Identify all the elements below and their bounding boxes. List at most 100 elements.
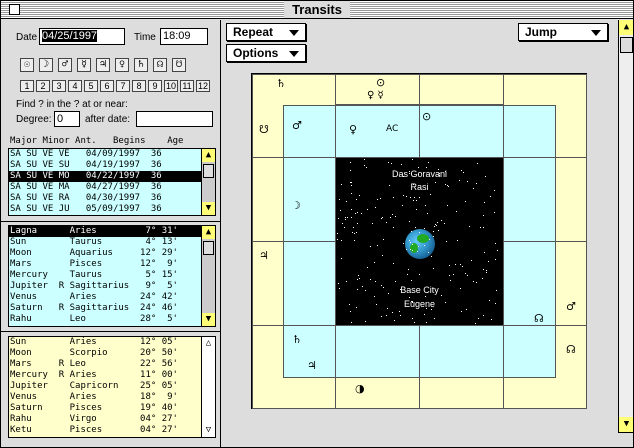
planet-filter-button[interactable]: ☿ <box>77 58 91 72</box>
star <box>445 184 446 185</box>
periods-list[interactable]: SA SU VE VE 04/09/1997 36 SA SU VE SU 04/… <box>8 148 216 216</box>
planet-filter-button[interactable]: ☋ <box>172 58 186 72</box>
star <box>381 316 382 317</box>
house-filter-button[interactable]: 8 <box>132 80 146 92</box>
star <box>435 182 436 183</box>
house-filter-button[interactable]: 12 <box>196 80 210 92</box>
planet-filter-button[interactable]: ♀ <box>115 58 129 72</box>
scroll-up-arrow[interactable]: ▲ <box>202 149 215 162</box>
list-item[interactable]: Venus Aries 24° 42' <box>9 292 203 303</box>
house-cell[interactable] <box>419 325 504 378</box>
star <box>490 196 491 197</box>
scroll-down-arrow[interactable]: ▽ <box>202 424 215 437</box>
house-cell[interactable] <box>419 74 504 105</box>
house-cell[interactable] <box>335 105 420 158</box>
options-dropdown[interactable]: Options <box>226 44 306 62</box>
house-cell[interactable] <box>419 105 504 158</box>
chevron-down-icon <box>289 51 299 57</box>
list-item[interactable]: Mercury R Aries 11° 00' <box>9 370 203 381</box>
house-filter-button[interactable]: 10 <box>164 80 178 92</box>
house-filter-button[interactable]: 6 <box>100 80 114 92</box>
planet-filter-button[interactable]: ☽ <box>39 58 53 72</box>
scroll-up-arrow[interactable]: ▲ <box>202 226 215 239</box>
after-date-field[interactable] <box>136 111 213 127</box>
list-item[interactable]: SA SU VE RA 04/30/1997 36 <box>9 193 203 204</box>
house-cell[interactable] <box>503 157 556 242</box>
list-item[interactable]: Sun Aries 12° 05' <box>9 337 203 348</box>
resize-grip[interactable] <box>618 432 633 447</box>
rasi-chart[interactable]: Das Goravani Rasi Base City Eugene ♄ ⊙ ♀… <box>251 73 587 409</box>
list-item[interactable]: SA SU VE VE 04/09/1997 36 <box>9 149 203 160</box>
natal-scrollbar[interactable]: ▲ ▼ <box>201 226 215 326</box>
list-item[interactable]: Jupiter R Sagittarius 9° 5' <box>9 281 203 292</box>
jump-dropdown[interactable]: Jump <box>518 23 608 41</box>
house-cell[interactable] <box>335 377 420 409</box>
star <box>401 164 402 165</box>
star <box>426 322 427 323</box>
scroll-thumb[interactable] <box>620 37 633 53</box>
star <box>381 285 382 286</box>
degree-field[interactable]: 0 <box>54 111 80 127</box>
house-filter-button[interactable]: 11 <box>180 80 194 92</box>
list-item[interactable]: Saturn R Sagittarius 24° 46' <box>9 303 203 314</box>
list-item[interactable]: SA SU VE MO 04/22/1997 36 <box>9 171 203 182</box>
natal-planets-list[interactable]: Lagna Aries 7° 31' Sun Taurus 4° 13' Moon … <box>8 225 216 327</box>
list-item[interactable]: Sun Taurus 4° 13' <box>9 237 203 248</box>
transit-scrollbar[interactable]: △ ▽ <box>201 337 215 437</box>
star <box>393 227 394 228</box>
planet-filter-button[interactable]: ♄ <box>134 58 148 72</box>
scroll-thumb[interactable] <box>203 241 214 255</box>
right-scrollbar[interactable]: ▲ ▼ <box>618 20 633 447</box>
list-item[interactable]: Moon Scorpio 20° 50' <box>9 348 203 359</box>
list-item[interactable]: Mars Pisces 12° 9' <box>9 259 203 270</box>
list-item[interactable]: SA SU VE JU 05/09/1997 36 <box>9 204 203 215</box>
list-item[interactable]: Jupiter Capricorn 25° 05' <box>9 381 203 392</box>
title-bar[interactable]: Transits <box>1 1 633 19</box>
house-cell[interactable] <box>419 377 504 409</box>
list-item[interactable]: Mars R Leo 22° 56' <box>9 359 203 370</box>
scroll-thumb[interactable] <box>203 164 214 178</box>
planet-filter-button[interactable]: ♂ <box>58 58 72 72</box>
close-box[interactable] <box>9 4 20 15</box>
list-item[interactable]: Saturn Pisces 19° 40' <box>9 403 203 414</box>
scroll-up-arrow[interactable]: △ <box>202 337 215 350</box>
list-item[interactable]: Lagna Aries 7° 31' <box>9 226 203 237</box>
house-filter-button[interactable]: 5 <box>84 80 98 92</box>
list-item[interactable]: SA SU VE SU 04/19/1997 36 <box>9 160 203 171</box>
list-item[interactable]: Moon Aquarius 12° 29' <box>9 248 203 259</box>
time-field[interactable]: 18:09 <box>160 28 208 45</box>
list-item[interactable]: Mercury Taurus 5° 15' <box>9 270 203 281</box>
house-filter-button[interactable]: 3 <box>52 80 66 92</box>
repeat-dropdown[interactable]: Repeat <box>226 23 306 41</box>
star <box>476 282 477 283</box>
planet-filter-button[interactable]: ♃ <box>96 58 110 72</box>
house-filter-button[interactable]: 2 <box>36 80 50 92</box>
house-filter-button[interactable]: 1 <box>20 80 34 92</box>
star <box>338 218 339 219</box>
date-field[interactable]: 04/25/1997 <box>39 28 125 45</box>
house-filter-button[interactable]: 4 <box>68 80 82 92</box>
list-item[interactable]: Ketu Pisces 04° 27' <box>9 425 203 436</box>
house-filter-button[interactable]: 9 <box>148 80 162 92</box>
scroll-down-arrow[interactable]: ▼ <box>619 417 633 432</box>
list-item[interactable]: Rahu Virgo 04° 27' <box>9 414 203 425</box>
house-cell[interactable] <box>503 241 587 326</box>
scroll-down-arrow[interactable]: ▼ <box>202 313 215 326</box>
house-cell[interactable] <box>335 325 420 378</box>
periods-scrollbar[interactable]: ▲ ▼ <box>201 149 215 215</box>
star <box>467 275 468 276</box>
list-item[interactable]: Venus Aries 18° 9' <box>9 392 203 403</box>
transit-planets-list[interactable]: Sun Aries 12° 05' Moon Scorpio 20° 50' Mar… <box>8 336 216 438</box>
scroll-down-arrow[interactable]: ▼ <box>202 202 215 215</box>
house-cell[interactable] <box>503 325 587 409</box>
house-filter-button[interactable]: 7 <box>116 80 130 92</box>
star <box>408 269 409 270</box>
planet-filter-button[interactable]: ☉ <box>20 58 34 72</box>
star <box>374 296 375 297</box>
list-item[interactable]: SA SU VE MA 04/27/1997 36 <box>9 182 203 193</box>
planet-filter-button[interactable]: ☊ <box>153 58 167 72</box>
list-item[interactable]: Rahu Leo 28° 5' <box>9 314 203 325</box>
star <box>345 219 346 220</box>
star <box>415 227 416 228</box>
scroll-up-arrow[interactable]: ▲ <box>619 20 633 35</box>
